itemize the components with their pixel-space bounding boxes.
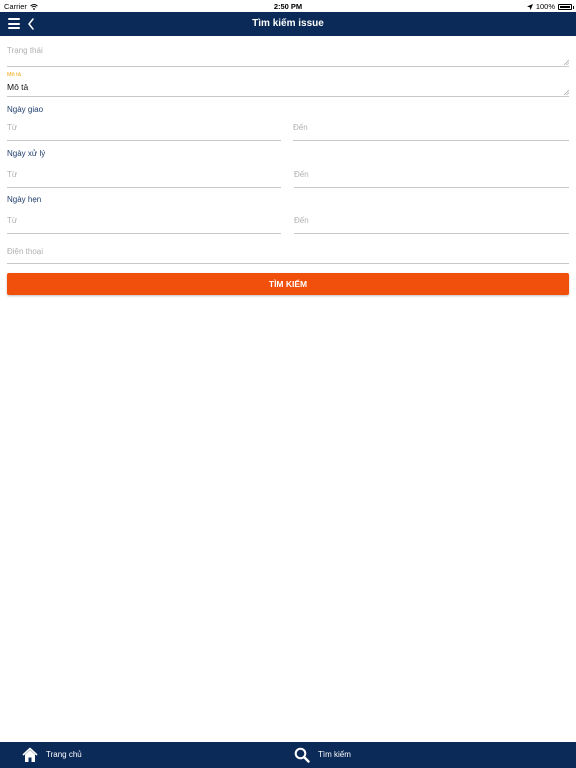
status-placeholder: Trạng thái [7, 46, 43, 55]
phone-field[interactable]: Điện thoại [7, 247, 569, 264]
resize-handle-icon [563, 59, 569, 65]
location-arrow-icon [526, 3, 533, 10]
assigned-date-from-field[interactable]: Từ [7, 123, 281, 141]
appointment-date-from-field[interactable]: Từ [7, 216, 281, 234]
home-icon [22, 747, 38, 762]
appointment-date-to-placeholder: Đến [294, 216, 309, 225]
assigned-date-from-placeholder: Từ [7, 123, 18, 132]
navigation-bar: Tìm kiếm issue [0, 12, 576, 36]
description-value: Mô tả [7, 82, 29, 92]
processed-date-to-field[interactable]: Đến [294, 170, 569, 188]
status-right: 100% [526, 2, 574, 11]
assigned-date-to-placeholder: Đến [293, 123, 308, 132]
processed-date-label: Ngày xử lý [7, 149, 46, 158]
search-button[interactable]: TÌM KIẾM [7, 273, 569, 295]
description-field[interactable]: Mô tả [7, 82, 569, 97]
processed-date-to-placeholder: Đến [294, 170, 309, 179]
appointment-date-to-field[interactable]: Đến [294, 216, 569, 234]
description-floating-label: Mô tả [7, 72, 21, 78]
appointment-date-from-placeholder: Từ [7, 216, 18, 225]
tab-home[interactable]: Trang chủ [0, 742, 288, 768]
tab-home-label: Trang chủ [46, 750, 82, 759]
tab-search-label: Tìm kiếm [318, 750, 351, 759]
battery-percentage: 100% [535, 2, 555, 11]
processed-date-from-field[interactable]: Từ [7, 170, 281, 188]
assigned-date-label: Ngày giao [7, 105, 44, 114]
appointment-date-label: Ngày hẹn [7, 195, 42, 204]
page-title: Tìm kiếm issue [252, 18, 324, 29]
bottom-tab-bar: Trang chủ Tìm kiếm [0, 742, 576, 768]
tab-search[interactable]: Tìm kiếm [288, 742, 576, 768]
search-icon [294, 747, 310, 763]
assigned-date-to-field[interactable]: Đến [293, 123, 569, 141]
status-time: 2:50 PM [273, 2, 303, 11]
battery-icon [558, 3, 574, 10]
status-field[interactable]: Trạng thái [7, 46, 569, 67]
processed-date-from-placeholder: Từ [7, 170, 18, 179]
status-bar: Carrier 2:50 PM 100% [0, 0, 576, 12]
resize-handle-icon [563, 89, 569, 95]
phone-placeholder: Điện thoại [7, 247, 44, 256]
